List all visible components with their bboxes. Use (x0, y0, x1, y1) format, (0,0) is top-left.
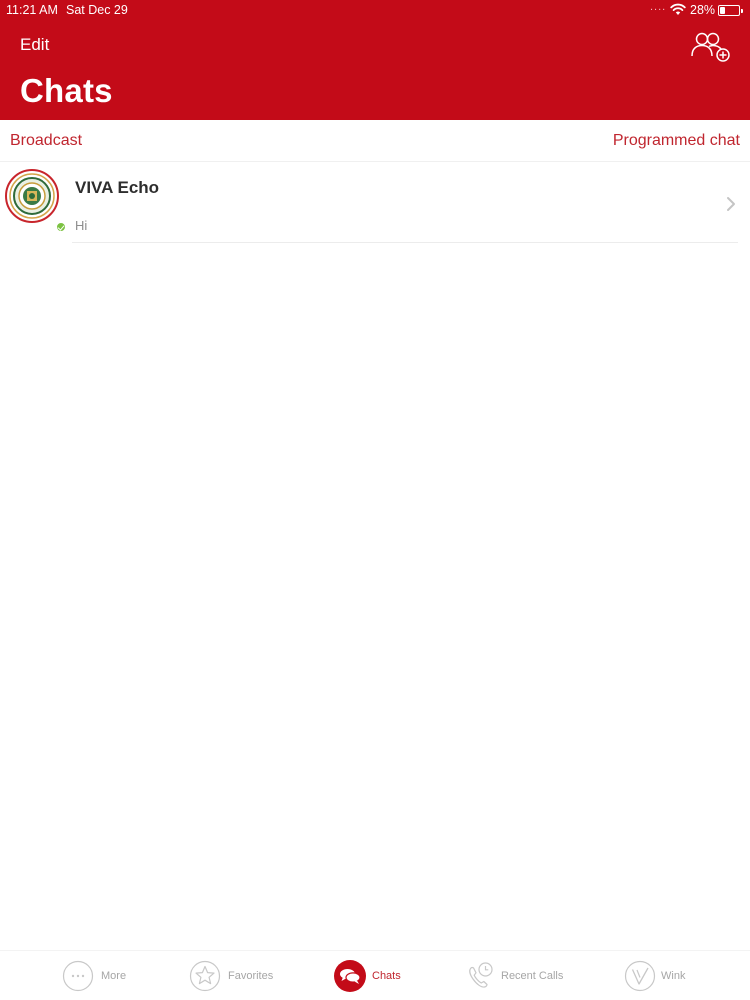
broadcast-button[interactable]: Broadcast (10, 132, 82, 150)
online-status-indicator (55, 221, 67, 233)
tab-label: Chats (372, 970, 401, 982)
tab-label: Favorites (228, 970, 274, 982)
status-date: Sat Dec 29 (66, 3, 128, 17)
chat-list-item[interactable]: VIVA Echo Hi (0, 163, 750, 243)
tab-chats[interactable]: Chats (334, 951, 409, 1000)
recent-calls-icon (469, 962, 493, 988)
tab-more[interactable]: More (62, 951, 142, 1000)
chat-actions-row: Broadcast Programmed chat (0, 120, 750, 162)
star-icon (189, 960, 221, 992)
chat-bubbles-icon (334, 960, 366, 992)
edit-button[interactable]: Edit (20, 35, 49, 55)
battery-icon (718, 5, 743, 16)
status-bar: 11:21 AM Sat Dec 29 .... 28% (0, 0, 750, 22)
more-icon (62, 960, 94, 992)
tab-favorites[interactable]: Favorites (189, 951, 284, 1000)
add-contacts-icon[interactable] (690, 30, 732, 64)
battery-fill (720, 7, 725, 14)
tab-label: Wink (661, 970, 686, 982)
status-time: 11:21 AM (6, 3, 58, 17)
battery-percent: 28% (690, 3, 716, 17)
row-divider (72, 242, 738, 243)
tab-label: More (101, 970, 127, 982)
tab-label: Recent Calls (501, 970, 564, 982)
signal-dots: .... (650, 1, 667, 13)
chat-name: VIVA Echo (75, 178, 160, 197)
chat-last-message: Hi (75, 218, 88, 233)
tab-wink[interactable]: Wink (624, 951, 694, 1000)
wink-icon (624, 960, 656, 992)
chevron-right-icon (727, 197, 735, 211)
app-header: 11:21 AM Sat Dec 29 .... 28% Edit Chats (0, 0, 750, 120)
tab-recent-calls[interactable]: Recent Calls (465, 951, 565, 1000)
tab-bar: More Favorites Chats Recent Calls Wink (0, 950, 750, 1000)
page-title: Chats (20, 72, 113, 109)
wifi-icon (670, 3, 686, 15)
seal-logo-icon (9, 173, 55, 219)
programmed-chat-button[interactable]: Programmed chat (613, 132, 740, 150)
avatar (5, 169, 67, 233)
